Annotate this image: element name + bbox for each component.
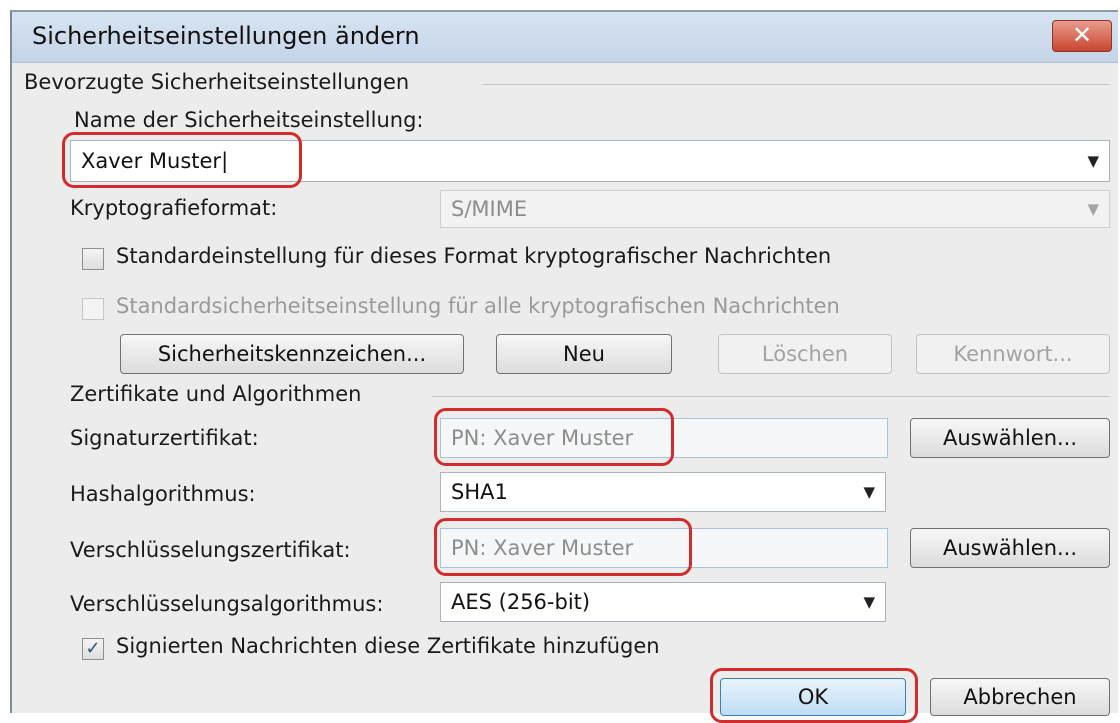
choose-encryption-cert-button[interactable]: Auswählen... bbox=[910, 528, 1110, 568]
highlight-name-field bbox=[62, 132, 302, 188]
chevron-down-icon[interactable]: ▼ bbox=[863, 593, 875, 611]
security-setting-name-label: Name der Sicherheitseinstellung: bbox=[74, 108, 424, 132]
password-button[interactable]: Kennwort... bbox=[916, 334, 1110, 374]
group-label-certs: Zertifikate und Algorithmen bbox=[70, 382, 370, 406]
crypto-format-combobox[interactable]: S/MIME ▼ bbox=[440, 190, 1110, 228]
group-label-preferred: Bevorzugte Sicherheitseinstellungen bbox=[24, 70, 418, 94]
highlight-encryption-cert bbox=[434, 518, 692, 576]
default-all-checkbox[interactable] bbox=[82, 298, 104, 320]
encryption-algorithm-value: AES (256-bit) bbox=[451, 590, 591, 614]
default-format-checkbox-label: Standardeinstellung für dieses Format kr… bbox=[116, 244, 832, 268]
hash-algorithm-combobox[interactable]: SHA1 ▼ bbox=[440, 472, 886, 512]
choose-signature-cert-button[interactable]: Auswählen... bbox=[910, 418, 1110, 458]
signature-cert-label: Signaturzertifikat: bbox=[70, 426, 259, 450]
chevron-down-icon[interactable]: ▼ bbox=[863, 483, 875, 501]
security-labels-button[interactable]: Sicherheitskennzeichen... bbox=[120, 334, 464, 374]
highlight-ok-button bbox=[710, 668, 918, 723]
default-format-checkbox[interactable] bbox=[82, 248, 104, 270]
close-icon: ✕ bbox=[1071, 21, 1093, 49]
chevron-down-icon[interactable]: ▼ bbox=[1087, 200, 1099, 218]
title-bar: Sicherheitseinstellungen ändern ✕ bbox=[12, 12, 1118, 63]
group-divider-certs bbox=[432, 396, 1110, 397]
security-settings-dialog: Sicherheitseinstellungen ändern ✕ Bevorz… bbox=[10, 10, 1118, 723]
cancel-button[interactable]: Abbrechen bbox=[930, 678, 1110, 716]
hash-algorithm-label: Hashalgorithmus: bbox=[70, 482, 256, 506]
default-all-checkbox-label: Standardsicherheitseinstellung für alle … bbox=[116, 294, 840, 318]
dialog-title: Sicherheitseinstellungen ändern bbox=[32, 22, 420, 50]
encryption-cert-label: Verschlüsselungszertifikat: bbox=[70, 538, 351, 562]
add-certs-checkbox[interactable]: ✓ bbox=[82, 638, 104, 660]
highlight-signature-cert bbox=[434, 408, 674, 466]
crypto-format-value: S/MIME bbox=[451, 197, 528, 221]
chevron-down-icon[interactable]: ▼ bbox=[1087, 152, 1099, 170]
encryption-algorithm-combobox[interactable]: AES (256-bit) ▼ bbox=[440, 582, 886, 622]
checkmark-icon: ✓ bbox=[85, 638, 101, 659]
delete-button[interactable]: Löschen bbox=[718, 334, 892, 374]
close-button[interactable]: ✕ bbox=[1052, 20, 1112, 52]
crypto-format-label: Kryptografieformat: bbox=[70, 196, 278, 220]
add-certs-checkbox-label: Signierten Nachrichten diese Zertifikate… bbox=[116, 634, 660, 658]
hash-algorithm-value: SHA1 bbox=[451, 480, 508, 504]
group-divider-preferred bbox=[482, 84, 1110, 85]
encryption-algorithm-label: Verschlüsselungsalgorithmus: bbox=[70, 592, 384, 616]
new-button[interactable]: Neu bbox=[496, 334, 672, 374]
